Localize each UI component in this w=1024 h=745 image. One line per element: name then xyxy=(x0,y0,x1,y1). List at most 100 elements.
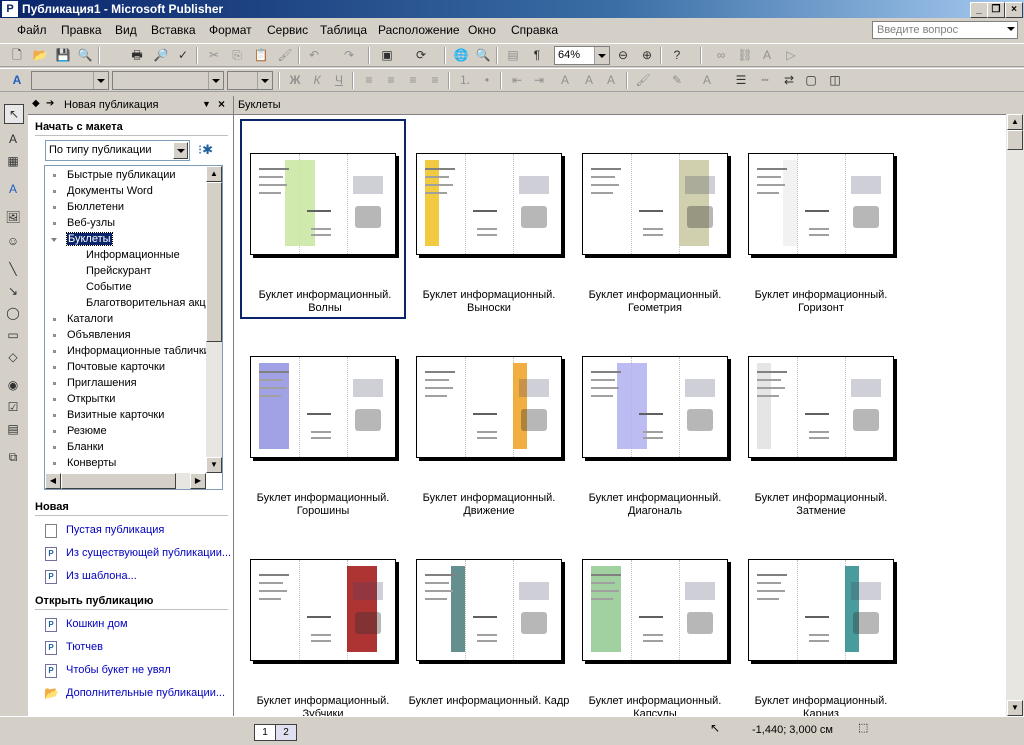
copy-icon[interactable]: ⎘ xyxy=(228,47,246,63)
scroll-down-button[interactable]: ▼ xyxy=(206,457,222,473)
design-gallery-icon[interactable]: ⧉ xyxy=(4,448,22,466)
from-existing-link[interactable]: Из существующей публикации... xyxy=(66,547,231,559)
wordart-icon[interactable]: A xyxy=(4,180,22,198)
tree-item[interactable]: Благотворительная акц xyxy=(86,297,206,309)
style-select[interactable] xyxy=(31,71,109,90)
template-card[interactable]: Буклет информационный. Диагональ xyxy=(572,322,738,522)
numbering-icon[interactable]: ⒈ xyxy=(456,72,474,88)
autoshapes-icon[interactable]: ◇ xyxy=(4,348,22,366)
gallery-scrollbar[interactable]: ▲ ▼ xyxy=(1006,114,1024,716)
menu-window[interactable]: Окно xyxy=(468,23,496,37)
tree-item[interactable]: Почтовые карточки xyxy=(67,361,165,373)
pilcrow-icon[interactable]: ¶ xyxy=(528,47,546,63)
bring-forward-icon[interactable]: ▣ xyxy=(378,47,396,63)
grow-font-icon[interactable]: A xyxy=(580,72,598,88)
template-card[interactable]: Буклет информационный. Движение xyxy=(406,322,572,522)
text-box-icon[interactable]: A xyxy=(4,130,22,148)
undo-icon[interactable]: ↶ xyxy=(305,47,323,63)
forward-arrow-icon[interactable]: ➔ xyxy=(46,98,54,109)
back-arrow-icon[interactable]: ◆ xyxy=(32,98,40,109)
maximize-button[interactable]: ❐ xyxy=(987,2,1005,18)
fill-color-icon[interactable]: 🖌 xyxy=(634,72,652,88)
tree-item[interactable]: Прейскурант xyxy=(86,265,151,277)
scroll-thumb[interactable] xyxy=(1007,130,1023,150)
tree-item[interactable]: Событие xyxy=(86,281,132,293)
align-right-icon[interactable]: ≡ xyxy=(404,72,422,88)
shrink-font-icon[interactable]: A xyxy=(556,72,574,88)
justify-icon[interactable]: ≡ xyxy=(426,72,444,88)
shadow-style-icon[interactable]: ▢ xyxy=(802,72,820,88)
menu-help[interactable]: Справка xyxy=(511,23,558,37)
new-icon[interactable]: 🗋 xyxy=(8,47,26,63)
menu-view[interactable]: Вид xyxy=(115,23,137,37)
rectangle-icon[interactable]: ▭ xyxy=(4,326,22,344)
menu-file[interactable]: Файл xyxy=(17,23,47,37)
columns-icon[interactable]: ▤ xyxy=(504,47,522,63)
menu-tools[interactable]: Сервис xyxy=(267,23,308,37)
select-pointer-icon[interactable]: ↖ xyxy=(4,104,24,124)
styles-icon[interactable]: A xyxy=(8,72,26,88)
menu-edit[interactable]: Правка xyxy=(61,23,102,37)
search-file-icon[interactable]: 🔍 xyxy=(76,47,94,63)
line-icon[interactable]: ╲ xyxy=(4,260,22,278)
bullets-icon[interactable]: • xyxy=(478,72,496,88)
line-color-icon[interactable]: ✎ xyxy=(668,72,686,88)
clip-art-icon[interactable]: ☺ xyxy=(4,232,22,250)
insert-table-icon[interactable]: ▦ xyxy=(4,152,22,170)
oval-icon[interactable]: ◯ xyxy=(4,304,22,322)
save-icon[interactable]: 💾 xyxy=(54,47,72,63)
help-icon[interactable]: ? xyxy=(668,47,686,63)
template-card[interactable]: Буклет информационный. Затмение xyxy=(738,322,904,522)
ask-question-box[interactable]: Введите вопрос xyxy=(872,21,1018,39)
template-card[interactable]: Буклет информационный. Горошины xyxy=(240,322,406,522)
print-preview-icon[interactable]: 🔎 xyxy=(152,47,170,63)
menu-insert[interactable]: Вставка xyxy=(151,23,196,37)
font-color-icon[interactable]: A xyxy=(698,72,716,88)
scroll-thumb[interactable] xyxy=(206,182,222,342)
zoom-select[interactable]: 64% xyxy=(554,46,610,65)
scroll-right-button[interactable]: ▶ xyxy=(190,473,206,489)
html-fragment-icon[interactable]: ▤ xyxy=(4,420,22,438)
tree-item[interactable]: Информационные таблички xyxy=(67,345,210,357)
customize-icon[interactable]: ⁝✱ xyxy=(198,142,213,158)
decrease-indent-icon[interactable]: ⇤ xyxy=(508,72,526,88)
italic-icon[interactable]: К xyxy=(308,72,326,88)
tree-item[interactable]: Бюллетени xyxy=(67,201,124,213)
align-left-icon[interactable]: ≡ xyxy=(360,72,378,88)
web-preview-icon[interactable]: 🔍 xyxy=(474,47,492,63)
tree-item[interactable]: Конверты xyxy=(67,457,116,469)
template-card[interactable]: Буклет информационный. Зубчики xyxy=(240,525,406,716)
scroll-up-button[interactable]: ▲ xyxy=(206,166,222,182)
paste-icon[interactable]: 📋 xyxy=(252,47,270,63)
underline-icon[interactable]: Ч xyxy=(330,72,348,88)
scroll-down-button[interactable]: ▼ xyxy=(1007,700,1023,716)
hyperlink-icon[interactable]: 🌐 xyxy=(452,47,470,63)
template-card[interactable]: Буклет информационный. Кадр xyxy=(406,525,572,716)
bold-icon[interactable]: Ж xyxy=(286,72,304,88)
unlink-icon[interactable]: ⛓ xyxy=(736,47,754,63)
spelling-icon[interactable]: ✓ xyxy=(174,47,192,63)
arrow-icon[interactable]: ↘ xyxy=(4,282,22,300)
tree-item[interactable]: Приглашения xyxy=(67,377,137,389)
tree-item[interactable]: Бланки xyxy=(67,441,104,453)
recent-file-link[interactable]: Чтобы букет не увял xyxy=(66,664,171,676)
template-card[interactable]: Буклет информационный. Геометрия xyxy=(572,119,738,319)
tree-item[interactable]: Каталоги xyxy=(67,313,113,325)
page-1-button[interactable]: 1 xyxy=(254,724,276,741)
template-card[interactable]: Буклет информационный. Выноски xyxy=(406,119,572,319)
font-select[interactable] xyxy=(112,71,224,90)
form-control-icon[interactable]: ☑ xyxy=(4,398,22,416)
pane-menu-icon[interactable]: ▼ xyxy=(202,99,211,109)
template-card[interactable]: Буклет информационный. Карниз xyxy=(738,525,904,716)
rotate-icon[interactable]: ⟳ xyxy=(412,47,430,63)
3d-style-icon[interactable]: ◫ xyxy=(826,72,844,88)
scroll-left-button[interactable]: ◀ xyxy=(45,473,61,489)
menu-format[interactable]: Формат xyxy=(209,23,252,37)
close-button[interactable]: × xyxy=(1005,2,1023,18)
next-frame-icon[interactable]: ▷ xyxy=(782,47,800,63)
format-painter-icon[interactable]: 🖌 xyxy=(276,47,294,63)
align-center-icon[interactable]: ≡ xyxy=(382,72,400,88)
picture-frame-icon[interactable]: 🖼 xyxy=(4,208,22,226)
publication-type-select[interactable]: По типу публикации xyxy=(45,140,190,161)
scroll-up-button[interactable]: ▲ xyxy=(1007,114,1023,130)
